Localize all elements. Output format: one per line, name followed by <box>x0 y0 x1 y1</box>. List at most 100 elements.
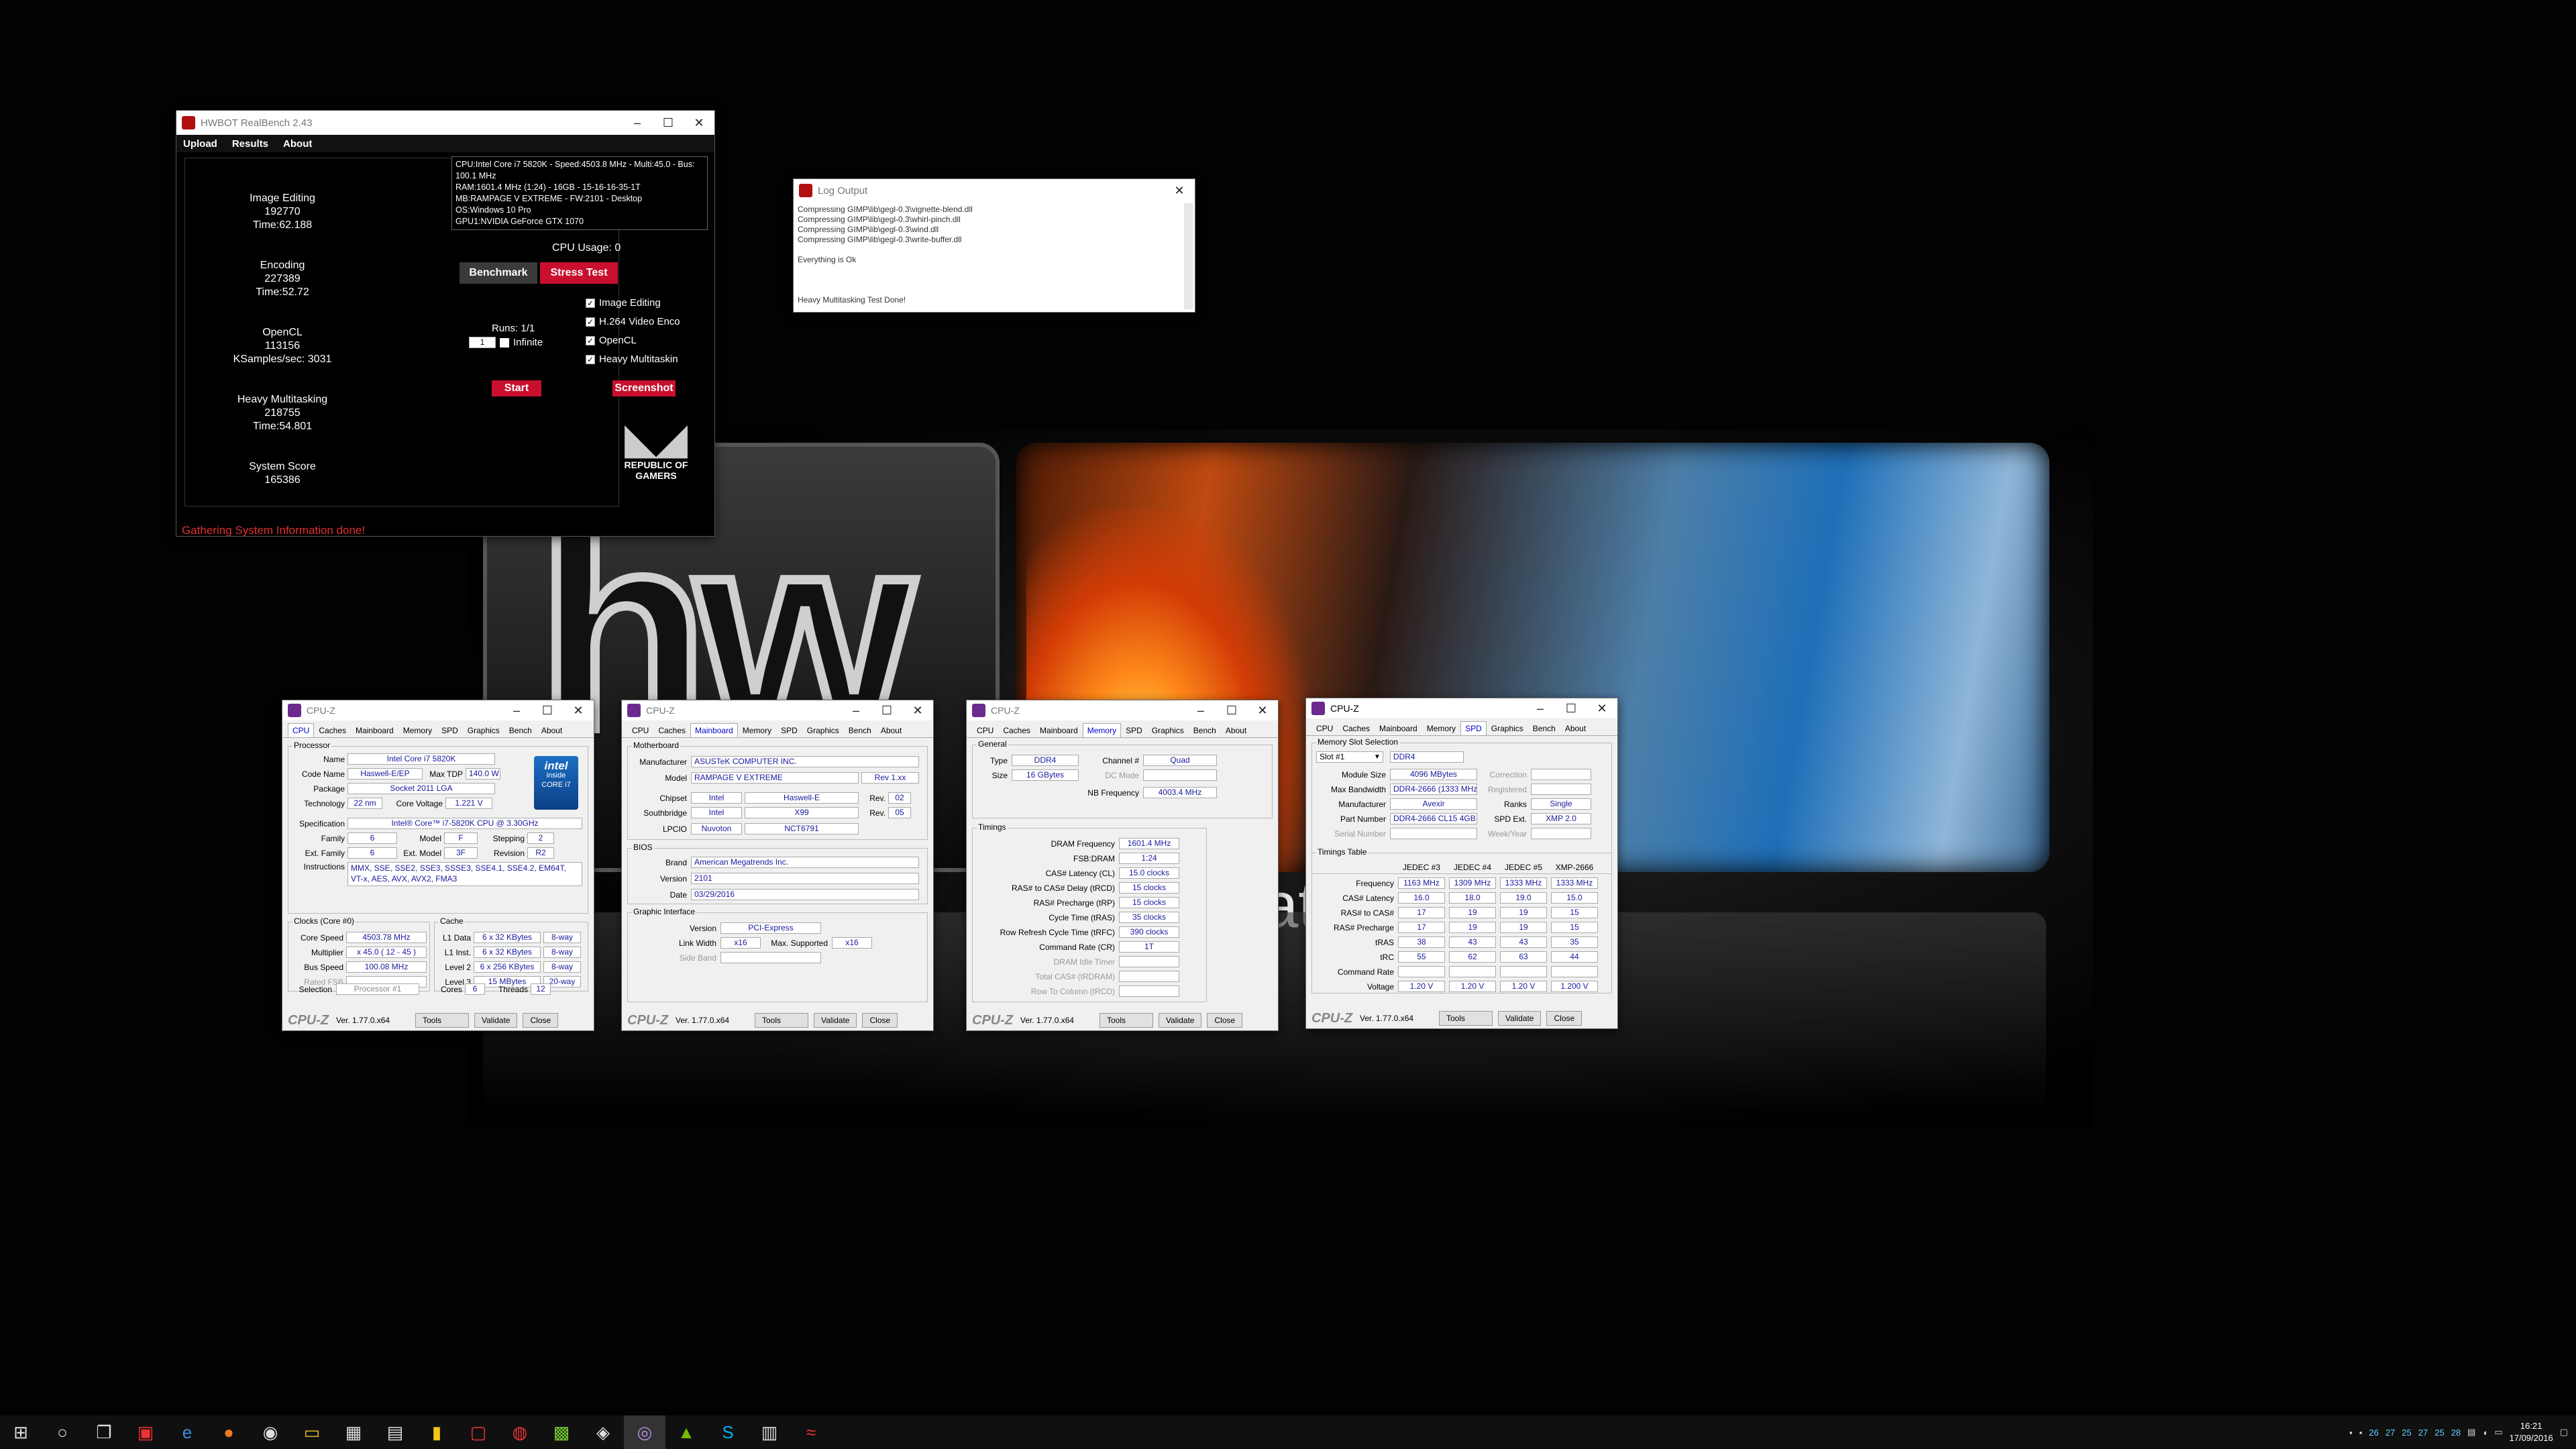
screenshot-button[interactable]: Screenshot <box>612 380 676 396</box>
checkbox[interactable]: ✓ <box>586 354 595 364</box>
tray-icon[interactable]: ▪ <box>2349 1428 2353 1438</box>
tray-icon[interactable]: ▪ <box>2359 1428 2363 1438</box>
maximize-button[interactable]: ☐ <box>1556 702 1587 716</box>
tab-cpu[interactable]: CPU <box>972 723 998 737</box>
checkbox[interactable]: ✓ <box>586 335 595 345</box>
tab-graphics[interactable]: Graphics <box>463 723 504 737</box>
tools-button[interactable]: Tools <box>1439 1011 1493 1026</box>
validate-button[interactable]: Validate <box>1498 1011 1542 1026</box>
close-button[interactable]: ✕ <box>563 704 594 718</box>
maximize-button[interactable]: ☐ <box>532 704 563 718</box>
check-image-editing[interactable]: ✓ Image Editing <box>586 297 661 309</box>
skype-icon[interactable]: S <box>707 1415 749 1449</box>
maximize-button[interactable]: ☐ <box>871 704 902 718</box>
check-heavy-multitasking[interactable]: ✓ Heavy Multitaskin <box>586 354 678 365</box>
tab-spd[interactable]: SPD <box>1460 721 1487 735</box>
tools-button[interactable]: Tools <box>1099 1013 1153 1028</box>
tab-about[interactable]: About <box>1560 721 1591 735</box>
calendar-app-icon[interactable]: ▣ <box>125 1415 166 1449</box>
checkbox[interactable]: ✓ <box>586 298 595 308</box>
tab-graphics[interactable]: Graphics <box>1147 723 1189 737</box>
start-button[interactable]: Start <box>492 380 541 396</box>
tab-about[interactable]: About <box>537 723 567 737</box>
notes-app-icon[interactable]: ▮ <box>416 1415 458 1449</box>
close-button[interactable]: ✕ <box>1164 184 1195 198</box>
tab-mainboard[interactable]: Mainboard <box>690 723 738 737</box>
minimize-button[interactable]: – <box>501 704 532 718</box>
steam-icon[interactable]: ◉ <box>250 1415 291 1449</box>
close-button[interactable]: ✕ <box>1247 704 1278 718</box>
validate-button[interactable]: Validate <box>1159 1013 1202 1028</box>
color-app-icon[interactable]: ▩ <box>541 1415 582 1449</box>
tab-spd[interactable]: SPD <box>437 723 463 737</box>
cortana-search-icon[interactable]: ○ <box>42 1415 83 1449</box>
processor-select[interactable]: Processor #1 <box>336 983 419 995</box>
close-button[interactable]: ✕ <box>1587 702 1617 716</box>
close-dialog-button[interactable]: Close <box>1207 1013 1243 1028</box>
tab-mainboard[interactable]: Mainboard <box>1375 721 1422 735</box>
tab-graphics[interactable]: Graphics <box>1487 721 1528 735</box>
minimize-button[interactable]: – <box>622 116 653 130</box>
cpuz-titlebar[interactable]: CPU-Z – ☐ ✕ <box>1306 698 1617 718</box>
tab-bench[interactable]: Bench <box>504 723 537 737</box>
tab-cpu[interactable]: CPU <box>627 723 653 737</box>
close-dialog-button[interactable]: Close <box>523 1013 559 1028</box>
validate-button[interactable]: Validate <box>814 1013 857 1028</box>
cpuz-titlebar[interactable]: CPU-Z – ☐ ✕ <box>282 700 594 720</box>
tools-button[interactable]: Tools <box>755 1013 808 1028</box>
tab-memory[interactable]: Memory <box>1082 723 1122 737</box>
nvidia-icon[interactable]: ▲ <box>665 1415 707 1449</box>
volume-icon[interactable]: ◖ <box>2482 1428 2487 1438</box>
generic-app-icon[interactable]: ◈ <box>582 1415 624 1449</box>
chevron-down-icon[interactable]: ▼ <box>1374 753 1381 761</box>
log-titlebar[interactable]: Log Output ✕ <box>794 179 1195 202</box>
tab-about[interactable]: About <box>876 723 906 737</box>
hwbot-app-icon[interactable]: ◍ <box>499 1415 541 1449</box>
maximize-button[interactable]: ☐ <box>653 116 684 130</box>
close-button[interactable]: ✕ <box>684 116 714 130</box>
checkbox[interactable]: ✓ <box>586 317 595 327</box>
tab-caches[interactable]: Caches <box>998 723 1035 737</box>
menu-upload[interactable]: Upload <box>183 138 217 150</box>
check-opencl[interactable]: ✓ OpenCL <box>586 335 637 346</box>
tab-bench[interactable]: Bench <box>1528 721 1560 735</box>
cpuz-taskbar-icon[interactable]: ◎ <box>624 1415 665 1449</box>
realbench-titlebar[interactable]: HWBOT RealBench 2.43 – ☐ ✕ <box>176 111 714 135</box>
minimize-button[interactable]: – <box>1185 704 1216 718</box>
tab-caches[interactable]: Caches <box>653 723 690 737</box>
tab-cpu[interactable]: CPU <box>288 723 315 737</box>
menu-results[interactable]: Results <box>232 138 268 150</box>
tab-mainboard[interactable]: Mainboard <box>1035 723 1083 737</box>
minimize-button[interactable]: – <box>1525 702 1556 716</box>
tab-memory[interactable]: Memory <box>1422 721 1460 735</box>
stress-test-tab[interactable]: Stress Test <box>540 262 618 284</box>
benchmark-tab[interactable]: Benchmark <box>460 262 537 284</box>
infinite-checkbox[interactable] <box>500 337 509 347</box>
close-dialog-button[interactable]: Close <box>1546 1011 1582 1026</box>
tab-cpu[interactable]: CPU <box>1311 721 1338 735</box>
network-icon[interactable]: ▤ <box>2467 1427 2475 1438</box>
tab-bench[interactable]: Bench <box>844 723 876 737</box>
slot-select[interactable]: Slot #1 <box>1316 751 1383 763</box>
close-dialog-button[interactable]: Close <box>862 1013 898 1028</box>
tools-button[interactable]: Tools <box>415 1013 469 1028</box>
cpuz-titlebar[interactable]: CPU-Z – ☐ ✕ <box>967 700 1278 720</box>
action-center-icon[interactable]: ▢ <box>2560 1427 2568 1438</box>
minimize-button[interactable]: – <box>841 704 871 718</box>
cpuz-titlebar[interactable]: CPU-Z – ☐ ✕ <box>622 700 933 720</box>
tray-temp[interactable]: 28 <box>2451 1428 2461 1438</box>
tab-spd[interactable]: SPD <box>1121 723 1147 737</box>
tab-memory[interactable]: Memory <box>398 723 437 737</box>
tab-caches[interactable]: Caches <box>314 723 351 737</box>
film-app-icon[interactable]: ▦ <box>333 1415 374 1449</box>
task-view-icon[interactable]: ❐ <box>83 1415 125 1449</box>
start-windows-icon[interactable]: ⊞ <box>0 1415 42 1449</box>
maximize-button[interactable]: ☐ <box>1216 704 1247 718</box>
tool-app-icon[interactable]: ▤ <box>374 1415 416 1449</box>
check-h264[interactable]: ✓ H.264 Video Enco <box>586 316 680 327</box>
tray-temp[interactable]: 27 <box>2418 1428 2428 1438</box>
tab-caches[interactable]: Caches <box>1338 721 1375 735</box>
runs-input[interactable]: 1 <box>469 337 496 348</box>
tab-spd[interactable]: SPD <box>776 723 802 737</box>
edge-browser-icon[interactable]: e <box>166 1415 208 1449</box>
